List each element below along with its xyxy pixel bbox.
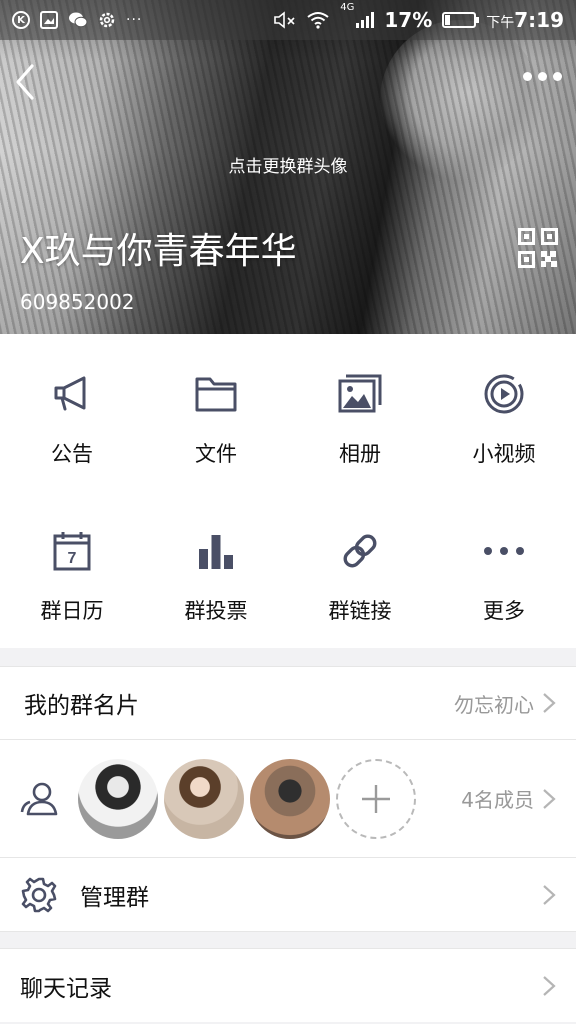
battery-icon <box>442 12 480 28</box>
wifi-icon <box>307 12 329 29</box>
time-prefix: 下午 <box>486 15 515 31</box>
feature-video[interactable]: 小视频 <box>432 334 576 491</box>
chevron-right-icon <box>543 975 556 996</box>
more-dots-icon: ··· <box>126 12 143 28</box>
link-icon <box>343 534 377 568</box>
chat-history-label: 聊天记录 <box>20 975 112 1002</box>
manage-group-label: 管理群 <box>80 884 149 911</box>
chevron-right-icon <box>543 788 556 809</box>
chat-history-row[interactable]: 聊天记录 <box>0 948 576 1022</box>
group-name: X玖与你青春年华 <box>20 231 297 272</box>
feature-announcement[interactable]: 公告 <box>0 334 144 491</box>
status-time: 7:19 <box>514 8 564 32</box>
more-options-icon[interactable] <box>523 72 562 81</box>
status-right-icons: 4G 17% 下午7:19 <box>274 2 564 32</box>
status-bar: K ··· 4G 17% 下午7:19 <box>0 0 576 40</box>
signal-icon <box>356 12 375 28</box>
settings-icon <box>99 12 115 28</box>
feature-link[interactable]: 群链接 <box>288 491 432 648</box>
my-group-card-label: 我的群名片 <box>24 693 139 719</box>
member-avatar[interactable] <box>250 758 330 839</box>
feature-label: 相册 <box>339 442 381 466</box>
calendar-icon: 7 <box>53 532 91 571</box>
k-app-icon: K <box>12 11 30 29</box>
feature-album[interactable]: 相册 <box>288 334 432 491</box>
member-avatar[interactable] <box>164 758 244 839</box>
wechat-icon <box>69 12 88 28</box>
calendar-day-number: 7 <box>68 550 77 567</box>
back-arrow-icon[interactable] <box>12 62 40 102</box>
feature-more[interactable]: 更多 <box>432 491 576 648</box>
feature-files[interactable]: 文件 <box>144 334 288 491</box>
album-icon <box>338 374 382 413</box>
my-group-card-value: 勿忘初心 <box>454 692 534 717</box>
member-avatars <box>78 758 416 839</box>
gear-icon <box>21 877 57 912</box>
video-icon <box>484 374 524 414</box>
feature-label: 群日历 <box>40 599 104 623</box>
manage-group-row[interactable]: 管理群 <box>0 858 576 932</box>
battery-percent: 17% <box>384 8 433 32</box>
group-id: 609852002 <box>20 290 135 314</box>
feature-label: 公告 <box>51 442 93 466</box>
qr-code-icon[interactable] <box>518 228 558 268</box>
feature-label: 群投票 <box>184 599 248 623</box>
poll-icon <box>199 535 233 569</box>
status-left-icons: K ··· <box>12 11 142 29</box>
chevron-right-icon <box>543 884 556 905</box>
group-members-row[interactable]: 4名成员 <box>0 740 576 858</box>
feature-label: 更多 <box>483 599 525 623</box>
image-icon <box>40 11 58 29</box>
member-avatar[interactable] <box>78 758 158 839</box>
members-icon <box>20 782 58 815</box>
my-group-card-row[interactable]: 我的群名片 勿忘初心 <box>0 666 576 740</box>
folder-icon <box>195 377 237 412</box>
feature-poll[interactable]: 群投票 <box>144 491 288 648</box>
add-member-button[interactable] <box>336 758 416 839</box>
network-type: 4G <box>340 2 355 13</box>
feature-calendar[interactable]: 7 群日历 <box>0 491 144 648</box>
feature-grid: 公告 文件 相册 小视频 7 群日历 群投票 群链接 更多 <box>0 334 576 648</box>
feature-label: 文件 <box>195 442 237 466</box>
member-count: 4名成员 <box>461 788 534 812</box>
chevron-right-icon <box>543 693 556 713</box>
more-icon <box>484 547 524 555</box>
feature-label: 小视频 <box>472 442 536 466</box>
plus-icon <box>362 784 390 813</box>
mute-icon <box>274 11 295 29</box>
change-avatar-hint[interactable]: 点击更换群头像 <box>0 152 576 177</box>
feature-label: 群链接 <box>328 599 392 623</box>
megaphone-icon <box>54 376 86 411</box>
